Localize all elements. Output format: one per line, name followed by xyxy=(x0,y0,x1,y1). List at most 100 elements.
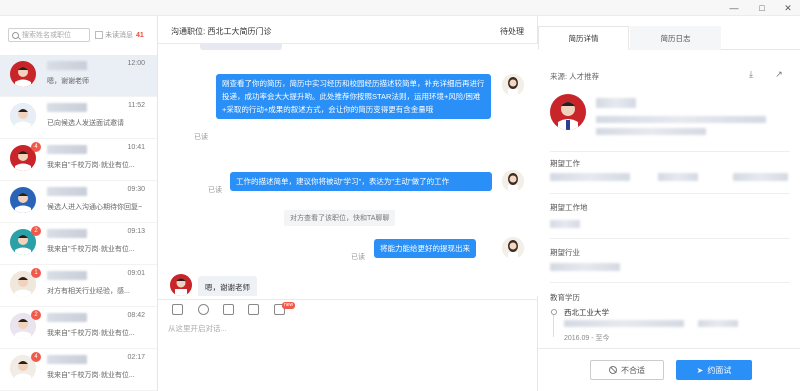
send-icon: ➤ xyxy=(696,365,704,375)
expected-job-title: 期望工作 xyxy=(550,159,580,168)
resume-panel: 简历详情 简历日志 来源: 人才推荐 ⤓ ↗ 期望工作 期望工作地 期望行业 教… xyxy=(538,16,800,391)
avatar xyxy=(10,187,36,213)
minimize-icon[interactable]: — xyxy=(724,1,744,15)
conversation-item[interactable]: 2 08:42 我来自"千校万岗·就业有位... xyxy=(0,307,157,349)
download-icon[interactable]: ⤓ xyxy=(746,69,756,79)
contact-name xyxy=(47,229,87,238)
unread-badge: 2 xyxy=(31,226,41,236)
conversation-item[interactable]: 09:30 候选人进入沟通心期待你回复~ xyxy=(0,181,157,223)
avatar xyxy=(502,74,524,96)
message-time: 08:42 xyxy=(127,312,145,319)
phone-icon[interactable] xyxy=(248,304,259,315)
avatar xyxy=(170,274,192,296)
message-bubble: 嗯，谢谢老师 xyxy=(198,276,257,296)
divider xyxy=(550,193,790,194)
candidate-info xyxy=(596,128,706,135)
unread-badge: 4 xyxy=(31,142,41,152)
message-bubble: 工作的描述简单，建议你将被动"学习"，表达为"主动"做了的工作 xyxy=(230,172,492,191)
unread-badge: 4 xyxy=(31,352,41,362)
conversation-item[interactable]: 12:00 嗯，谢谢老师 xyxy=(0,55,157,97)
contact-name xyxy=(47,313,87,322)
unread-badge: 1 xyxy=(31,268,41,278)
expected-location-title: 期望工作地 xyxy=(550,203,588,212)
expected-industry-value xyxy=(550,263,620,271)
avatar xyxy=(10,103,36,129)
unread-label: 未读消息 xyxy=(105,32,133,39)
expected-industry-title: 期望行业 xyxy=(550,248,580,257)
contact-name xyxy=(47,187,87,196)
tab-resume-detail[interactable]: 简历详情 xyxy=(538,26,629,50)
message-preview: 已向候选人发送面试邀请 xyxy=(47,120,124,127)
message-bubble: 将能力能给更好的提现出来 xyxy=(374,239,476,258)
candidate-info xyxy=(596,116,766,123)
source-label: 来源: 人才推荐 xyxy=(550,72,600,81)
timeline-dot xyxy=(551,309,557,315)
avatar xyxy=(10,61,36,87)
major-info xyxy=(564,320,684,327)
contact-name xyxy=(47,103,87,112)
read-receipt: 已读 xyxy=(194,134,208,141)
conversation-item[interactable]: 4 10:41 我来自"千校万岗·就业有位... xyxy=(0,139,157,181)
message-preview: 嗯，谢谢老师 xyxy=(47,78,89,85)
message-area: 刚查看了你的简历，简历中实习经历和校园经历描述较简单，补充详细后再进行投递，成功… xyxy=(158,44,538,296)
message-time: 02:17 xyxy=(127,354,145,361)
study-period: 2016.09 - 至今 xyxy=(564,335,610,342)
avatar xyxy=(502,237,524,259)
school-name: 西北工业大学 xyxy=(564,308,609,317)
conversation-sidebar: 搜索姓名或职位 未读消息 41 12:00 嗯，谢谢老师 11:52 已向候选人发送面… xyxy=(0,16,158,391)
message-preview: 我来自"千校万岗·就业有位... xyxy=(47,162,135,169)
video-icon[interactable]: new xyxy=(274,302,296,315)
job-title: 沟通职位: 西北工大简历门诊 xyxy=(171,27,272,36)
education-title: 教育学历 xyxy=(550,293,580,302)
expected-job-value xyxy=(550,173,630,181)
new-badge: new xyxy=(282,302,296,309)
system-message: 对方查看了该职位，快和TA聊聊 xyxy=(284,210,396,226)
unfit-label: 不合适 xyxy=(621,365,645,375)
conversation-item[interactable]: 4 02:17 我来自"千校万岗·就业有位... xyxy=(0,349,157,391)
contact-name xyxy=(47,271,87,280)
quick-reply-icon[interactable] xyxy=(172,304,183,315)
message-input[interactable]: 从这里开启对话... xyxy=(168,323,528,383)
share-icon[interactable]: ↗ xyxy=(774,69,784,79)
message-time: 10:41 xyxy=(127,144,145,151)
tab-resume-log[interactable]: 简历日志 xyxy=(630,26,721,50)
unfit-button[interactable]: 不合适 xyxy=(590,360,664,380)
divider xyxy=(550,282,790,283)
chat-panel: 沟通职位: 西北工大简历门诊 待处理 刚查看了你的简历，简历中实习经历和校园经历… xyxy=(158,16,538,391)
expected-location-value xyxy=(550,220,580,228)
ban-icon xyxy=(609,366,617,374)
search-input[interactable]: 搜索姓名或职位 xyxy=(8,28,90,42)
maximize-icon[interactable]: □ xyxy=(752,1,772,15)
conversation-item[interactable]: 1 09:01 对方有相关行业经验，感... xyxy=(0,265,157,307)
message-bubble: 刚查看了你的简历，简历中实习经历和校园经历描述较简单，补充详细后再进行投递，成功… xyxy=(216,74,491,119)
candidate-avatar xyxy=(550,94,586,130)
candidate-name xyxy=(596,98,636,108)
message-preview: 我来自"千校万岗·就业有位... xyxy=(47,372,135,379)
message-time: 09:30 xyxy=(127,186,145,193)
partial-message xyxy=(200,44,282,50)
action-footer: 不合适 ➤ 约面试 xyxy=(538,348,800,391)
conversation-item[interactable]: 11:52 已向候选人发送面试邀请 xyxy=(0,97,157,139)
unread-count: 41 xyxy=(136,31,144,39)
timeline-line xyxy=(553,315,554,337)
message-time: 09:13 xyxy=(127,228,145,235)
divider xyxy=(550,238,790,239)
unread-checkbox[interactable] xyxy=(95,31,103,39)
unread-badge: 2 xyxy=(31,310,41,320)
conversation-item[interactable]: 2 09:13 我来自"千校万岗·就业有位... xyxy=(0,223,157,265)
contact-name xyxy=(47,355,87,364)
message-preview: 我来自"千校万岗·就业有位... xyxy=(47,330,135,337)
interview-label: 约面试 xyxy=(707,365,732,375)
avatar xyxy=(502,170,524,192)
message-time: 12:00 xyxy=(127,60,145,67)
message-time: 09:01 xyxy=(127,270,145,277)
degree-info xyxy=(698,320,738,327)
close-icon[interactable]: ✕ xyxy=(778,1,798,15)
resume-icon[interactable] xyxy=(223,304,234,315)
conversation-list: 12:00 嗯，谢谢老师 11:52 已向候选人发送面试邀请 4 10:41 我来自"千校万… xyxy=(0,55,157,391)
title-bar: — □ ✕ xyxy=(0,0,800,16)
message-preview: 我来自"千校万岗·就业有位... xyxy=(47,246,135,253)
emoji-icon[interactable] xyxy=(198,304,209,315)
unread-filter[interactable]: 未读消息 41 xyxy=(95,29,144,41)
schedule-interview-button[interactable]: ➤ 约面试 xyxy=(676,360,752,380)
